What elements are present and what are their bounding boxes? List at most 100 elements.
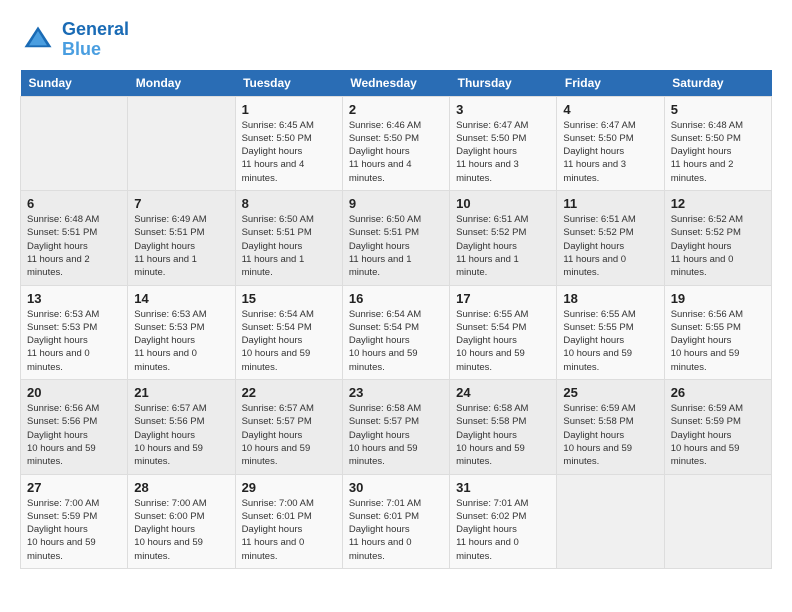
day-info: Sunrise: 6:58 AM Sunset: 5:57 PM Dayligh… [349, 402, 443, 468]
day-number: 11 [563, 196, 657, 211]
day-info: Sunrise: 6:50 AM Sunset: 5:51 PM Dayligh… [242, 213, 336, 279]
day-number: 2 [349, 102, 443, 117]
calendar-cell: 31 Sunrise: 7:01 AM Sunset: 6:02 PM Dayl… [450, 474, 557, 568]
page-header: General Blue [20, 20, 772, 60]
day-number: 17 [456, 291, 550, 306]
calendar-cell: 24 Sunrise: 6:58 AM Sunset: 5:58 PM Dayl… [450, 380, 557, 474]
day-info: Sunrise: 6:57 AM Sunset: 5:57 PM Dayligh… [242, 402, 336, 468]
logo-icon [20, 22, 56, 58]
calendar-table: SundayMondayTuesdayWednesdayThursdayFrid… [20, 70, 772, 569]
week-row-2: 6 Sunrise: 6:48 AM Sunset: 5:51 PM Dayli… [21, 191, 772, 285]
logo: General Blue [20, 20, 129, 60]
calendar-cell: 15 Sunrise: 6:54 AM Sunset: 5:54 PM Dayl… [235, 285, 342, 379]
day-info: Sunrise: 7:00 AM Sunset: 5:59 PM Dayligh… [27, 497, 121, 563]
calendar-cell [664, 474, 771, 568]
day-number: 31 [456, 480, 550, 495]
day-info: Sunrise: 6:56 AM Sunset: 5:55 PM Dayligh… [671, 308, 765, 374]
calendar-cell: 10 Sunrise: 6:51 AM Sunset: 5:52 PM Dayl… [450, 191, 557, 285]
day-number: 24 [456, 385, 550, 400]
calendar-cell: 30 Sunrise: 7:01 AM Sunset: 6:01 PM Dayl… [342, 474, 449, 568]
day-info: Sunrise: 6:57 AM Sunset: 5:56 PM Dayligh… [134, 402, 228, 468]
calendar-cell: 11 Sunrise: 6:51 AM Sunset: 5:52 PM Dayl… [557, 191, 664, 285]
logo-text: General Blue [62, 20, 129, 60]
day-info: Sunrise: 7:00 AM Sunset: 6:01 PM Dayligh… [242, 497, 336, 563]
day-info: Sunrise: 6:48 AM Sunset: 5:51 PM Dayligh… [27, 213, 121, 279]
day-number: 20 [27, 385, 121, 400]
week-row-1: 1 Sunrise: 6:45 AM Sunset: 5:50 PM Dayli… [21, 96, 772, 190]
day-number: 15 [242, 291, 336, 306]
calendar-cell: 4 Sunrise: 6:47 AM Sunset: 5:50 PM Dayli… [557, 96, 664, 190]
day-info: Sunrise: 6:59 AM Sunset: 5:58 PM Dayligh… [563, 402, 657, 468]
week-row-4: 20 Sunrise: 6:56 AM Sunset: 5:56 PM Dayl… [21, 380, 772, 474]
calendar-cell: 9 Sunrise: 6:50 AM Sunset: 5:51 PM Dayli… [342, 191, 449, 285]
day-number: 1 [242, 102, 336, 117]
day-number: 4 [563, 102, 657, 117]
day-number: 25 [563, 385, 657, 400]
calendar-cell: 27 Sunrise: 7:00 AM Sunset: 5:59 PM Dayl… [21, 474, 128, 568]
day-number: 30 [349, 480, 443, 495]
day-info: Sunrise: 6:54 AM Sunset: 5:54 PM Dayligh… [242, 308, 336, 374]
day-number: 26 [671, 385, 765, 400]
day-info: Sunrise: 6:50 AM Sunset: 5:51 PM Dayligh… [349, 213, 443, 279]
calendar-cell: 1 Sunrise: 6:45 AM Sunset: 5:50 PM Dayli… [235, 96, 342, 190]
day-info: Sunrise: 6:47 AM Sunset: 5:50 PM Dayligh… [563, 119, 657, 185]
day-info: Sunrise: 6:45 AM Sunset: 5:50 PM Dayligh… [242, 119, 336, 185]
day-number: 23 [349, 385, 443, 400]
weekday-header-friday: Friday [557, 70, 664, 97]
calendar-cell [128, 96, 235, 190]
day-number: 22 [242, 385, 336, 400]
day-number: 8 [242, 196, 336, 211]
weekday-header-row: SundayMondayTuesdayWednesdayThursdayFrid… [21, 70, 772, 97]
day-info: Sunrise: 6:48 AM Sunset: 5:50 PM Dayligh… [671, 119, 765, 185]
day-info: Sunrise: 6:46 AM Sunset: 5:50 PM Dayligh… [349, 119, 443, 185]
day-number: 27 [27, 480, 121, 495]
calendar-cell: 20 Sunrise: 6:56 AM Sunset: 5:56 PM Dayl… [21, 380, 128, 474]
calendar-body: 1 Sunrise: 6:45 AM Sunset: 5:50 PM Dayli… [21, 96, 772, 568]
calendar-cell: 13 Sunrise: 6:53 AM Sunset: 5:53 PM Dayl… [21, 285, 128, 379]
week-row-3: 13 Sunrise: 6:53 AM Sunset: 5:53 PM Dayl… [21, 285, 772, 379]
day-info: Sunrise: 6:59 AM Sunset: 5:59 PM Dayligh… [671, 402, 765, 468]
day-info: Sunrise: 6:53 AM Sunset: 5:53 PM Dayligh… [134, 308, 228, 374]
calendar-cell [21, 96, 128, 190]
day-number: 6 [27, 196, 121, 211]
day-info: Sunrise: 6:51 AM Sunset: 5:52 PM Dayligh… [456, 213, 550, 279]
day-number: 10 [456, 196, 550, 211]
day-number: 9 [349, 196, 443, 211]
day-info: Sunrise: 7:00 AM Sunset: 6:00 PM Dayligh… [134, 497, 228, 563]
calendar-cell: 21 Sunrise: 6:57 AM Sunset: 5:56 PM Dayl… [128, 380, 235, 474]
calendar-cell: 6 Sunrise: 6:48 AM Sunset: 5:51 PM Dayli… [21, 191, 128, 285]
calendar-cell: 18 Sunrise: 6:55 AM Sunset: 5:55 PM Dayl… [557, 285, 664, 379]
weekday-header-sunday: Sunday [21, 70, 128, 97]
day-number: 5 [671, 102, 765, 117]
calendar-cell: 16 Sunrise: 6:54 AM Sunset: 5:54 PM Dayl… [342, 285, 449, 379]
week-row-5: 27 Sunrise: 7:00 AM Sunset: 5:59 PM Dayl… [21, 474, 772, 568]
calendar-cell: 8 Sunrise: 6:50 AM Sunset: 5:51 PM Dayli… [235, 191, 342, 285]
day-number: 12 [671, 196, 765, 211]
calendar-cell: 26 Sunrise: 6:59 AM Sunset: 5:59 PM Dayl… [664, 380, 771, 474]
day-info: Sunrise: 7:01 AM Sunset: 6:02 PM Dayligh… [456, 497, 550, 563]
day-number: 13 [27, 291, 121, 306]
day-info: Sunrise: 6:53 AM Sunset: 5:53 PM Dayligh… [27, 308, 121, 374]
calendar-cell: 14 Sunrise: 6:53 AM Sunset: 5:53 PM Dayl… [128, 285, 235, 379]
calendar-cell: 5 Sunrise: 6:48 AM Sunset: 5:50 PM Dayli… [664, 96, 771, 190]
weekday-header-monday: Monday [128, 70, 235, 97]
weekday-header-thursday: Thursday [450, 70, 557, 97]
weekday-header-wednesday: Wednesday [342, 70, 449, 97]
calendar-cell: 17 Sunrise: 6:55 AM Sunset: 5:54 PM Dayl… [450, 285, 557, 379]
day-info: Sunrise: 6:55 AM Sunset: 5:54 PM Dayligh… [456, 308, 550, 374]
day-number: 16 [349, 291, 443, 306]
calendar-cell: 7 Sunrise: 6:49 AM Sunset: 5:51 PM Dayli… [128, 191, 235, 285]
weekday-header-tuesday: Tuesday [235, 70, 342, 97]
day-info: Sunrise: 6:58 AM Sunset: 5:58 PM Dayligh… [456, 402, 550, 468]
day-number: 7 [134, 196, 228, 211]
calendar-cell: 28 Sunrise: 7:00 AM Sunset: 6:00 PM Dayl… [128, 474, 235, 568]
calendar-cell [557, 474, 664, 568]
calendar-cell: 12 Sunrise: 6:52 AM Sunset: 5:52 PM Dayl… [664, 191, 771, 285]
day-number: 3 [456, 102, 550, 117]
day-number: 29 [242, 480, 336, 495]
day-number: 21 [134, 385, 228, 400]
day-info: Sunrise: 7:01 AM Sunset: 6:01 PM Dayligh… [349, 497, 443, 563]
day-number: 18 [563, 291, 657, 306]
day-info: Sunrise: 6:56 AM Sunset: 5:56 PM Dayligh… [27, 402, 121, 468]
calendar-cell: 25 Sunrise: 6:59 AM Sunset: 5:58 PM Dayl… [557, 380, 664, 474]
